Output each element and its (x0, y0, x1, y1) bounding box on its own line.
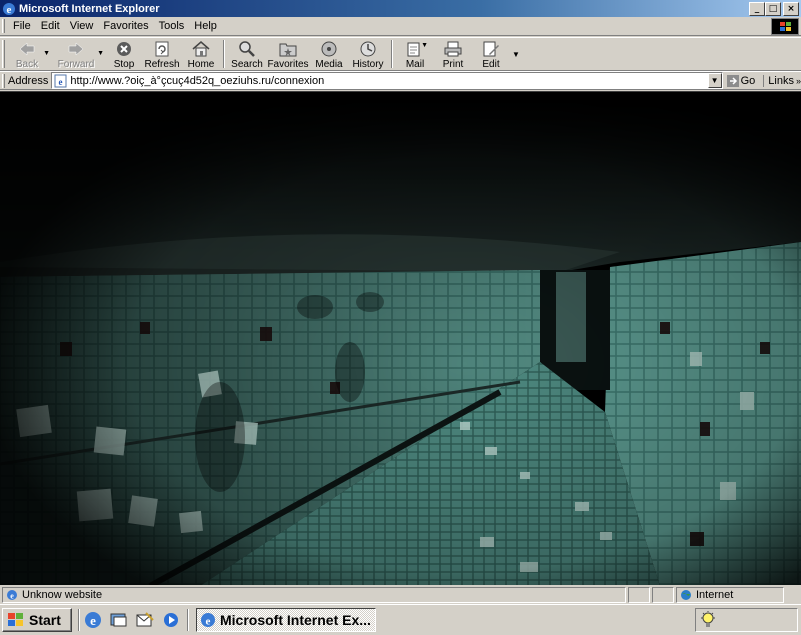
windows-logo-icon (8, 613, 23, 626)
favorites-button[interactable]: Favorites (266, 38, 310, 70)
menu-view[interactable]: View (65, 20, 99, 32)
go-button[interactable]: Go (726, 74, 755, 87)
refresh-button[interactable]: Refresh (142, 38, 182, 70)
toolbar-more-dropdown-icon[interactable]: ▼ (512, 50, 520, 59)
address-field[interactable]: e ▼ (51, 72, 723, 89)
favorites-folder-icon (279, 43, 297, 57)
ie-page-icon: e (54, 74, 67, 87)
chevron-right-icon[interactable]: » (796, 76, 801, 86)
back-button[interactable]: Back ▼ (8, 38, 50, 70)
taskbar-ie-window[interactable]: e Microsoft Internet Ex... (196, 608, 376, 632)
corridor-image (0, 92, 801, 585)
taskbar-divider (187, 609, 189, 631)
toolbar-grip[interactable] (2, 19, 5, 33)
status-pane-empty (652, 587, 674, 603)
history-icon (360, 41, 376, 57)
ie-logo-icon: e (201, 613, 215, 628)
title-bar[interactable]: e Microsoft Internet Explorer _ □ × (0, 0, 801, 17)
media-button[interactable]: Media (310, 38, 348, 70)
back-dropdown-icon[interactable]: ▼ (43, 50, 50, 57)
web-page-content[interactable] (0, 91, 801, 585)
security-zone-pane[interactable]: Internet (676, 587, 784, 603)
ie-page-icon: e (7, 590, 17, 601)
minimize-button[interactable]: _ (749, 1, 765, 16)
taskbar-divider (78, 609, 80, 631)
internet-globe-icon (681, 590, 691, 600)
toolbar-separator (223, 40, 225, 68)
address-bar: Address e ▼ Go Links » (0, 71, 801, 90)
address-label: Address (7, 74, 49, 87)
toolbar-grip[interactable] (2, 40, 5, 68)
home-icon (192, 41, 210, 57)
edit-button[interactable]: Edit (472, 38, 510, 70)
status-text-pane: e Unknow website (2, 587, 626, 603)
edit-page-icon (483, 41, 499, 57)
svg-text:e: e (10, 592, 14, 601)
stop-button[interactable]: Stop (106, 38, 142, 70)
start-button[interactable]: Start (2, 608, 72, 632)
status-pane-empty (628, 587, 650, 603)
svg-text:e: e (206, 616, 211, 628)
status-text: Unknow website (22, 589, 103, 601)
menu-edit[interactable]: Edit (36, 20, 65, 32)
go-arrow-icon (726, 74, 739, 87)
close-button[interactable]: × (783, 1, 799, 16)
forward-arrow-icon (68, 42, 84, 56)
outlook-express-icon[interactable] (135, 610, 155, 630)
media-icon (321, 41, 337, 57)
printer-icon (444, 41, 462, 57)
forward-button[interactable]: Forward ▼ (52, 38, 104, 70)
stop-icon (117, 42, 131, 56)
links-toolbar[interactable]: Links » (763, 74, 801, 87)
address-dropdown-button[interactable]: ▼ (707, 73, 722, 88)
quick-launch: e (83, 610, 181, 630)
mail-dropdown-icon[interactable]: ▼ (421, 42, 428, 49)
history-button[interactable]: History (348, 38, 388, 70)
maximize-button[interactable]: □ (765, 1, 781, 16)
mail-button[interactable]: Mail ▼ (396, 38, 434, 70)
windows-flag-icon (780, 22, 791, 31)
svg-text:e: e (90, 613, 96, 628)
menu-help[interactable]: Help (189, 20, 222, 32)
back-arrow-icon (19, 42, 35, 56)
search-icon (239, 41, 255, 57)
media-player-icon[interactable] (161, 610, 181, 630)
address-input[interactable] (70, 73, 708, 88)
ie-quick-launch-icon[interactable]: e (83, 610, 103, 630)
forward-dropdown-icon[interactable]: ▼ (97, 50, 104, 57)
menu-favorites[interactable]: Favorites (98, 20, 153, 32)
search-button[interactable]: Search (228, 38, 266, 70)
show-desktop-icon[interactable] (109, 610, 129, 630)
print-button[interactable]: Print (434, 38, 472, 70)
lightbulb-icon[interactable] (700, 611, 716, 629)
svg-text:e: e (59, 77, 63, 87)
windows-throbber (771, 18, 799, 35)
security-zone-label: Internet (696, 589, 734, 601)
status-bar: e Unknow website Internet (0, 586, 801, 604)
system-tray (695, 608, 798, 632)
standard-toolbar: Back ▼ Forward ▼ Stop Refresh Home Searc… (0, 37, 801, 71)
svg-text:e: e (7, 4, 12, 16)
refresh-icon (155, 41, 169, 57)
menu-file[interactable]: File (8, 20, 36, 32)
taskbar: Start e e Microsoft Internet Ex... (0, 604, 801, 635)
home-button[interactable]: Home (182, 38, 220, 70)
menu-tools[interactable]: Tools (154, 20, 190, 32)
window-title: Microsoft Internet Explorer (19, 2, 160, 15)
toolbar-separator (391, 40, 393, 68)
menu-bar: File Edit View Favorites Tools Help (0, 17, 801, 36)
toolbar-grip[interactable] (2, 73, 5, 88)
ie-logo-icon: e (3, 2, 15, 16)
